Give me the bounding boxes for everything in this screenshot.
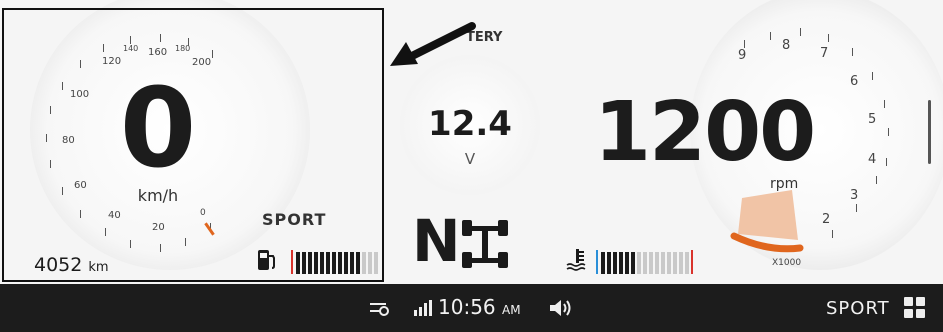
gauge-segment (655, 252, 659, 274)
right-edge-indicator (928, 100, 931, 164)
gauge-segment (308, 252, 312, 274)
gauge-segment (338, 252, 342, 274)
odometer-unit: km (88, 260, 109, 275)
gauge-end-marker (291, 250, 293, 274)
gauge-segment (679, 252, 683, 274)
odometer-value: 4052 (34, 254, 83, 276)
rpm-tick-label: 3 (850, 188, 859, 203)
fuel-low-marker (287, 248, 289, 272)
rpm-tick-mark (884, 100, 885, 108)
volume-icon[interactable] (549, 298, 573, 318)
signal-strength-icon (414, 300, 432, 316)
rpm-tick-label: 4 (868, 152, 877, 167)
rpm-tick-mark (770, 32, 771, 40)
speed-value: 0 (119, 64, 197, 192)
rpm-tick-mark (888, 128, 889, 136)
coolant-temperature-icon (566, 249, 586, 271)
gauge-segment (314, 252, 318, 274)
gauge-segment (661, 252, 665, 274)
rpm-tick-label: 6 (850, 74, 859, 89)
gauge-segment (374, 252, 378, 274)
instrument-cluster: 0 20 40 60 80 100 120 140 160 180 200 0 km/h 4052 … (0, 0, 943, 284)
gauge-end-marker (691, 250, 693, 274)
gauge-segment (326, 252, 330, 274)
gauge-segment (320, 252, 324, 274)
gauge-segment (344, 252, 348, 274)
rpm-tick-label: 8 (782, 38, 791, 53)
status-bar: 10:56 AM SPORT (0, 284, 943, 332)
gauge-segment (613, 252, 617, 274)
fuel-pump-icon (258, 250, 275, 270)
speed-unit: km/h (137, 186, 179, 205)
odometer: 4052 km (34, 254, 109, 276)
rpm-tick-mark (856, 204, 857, 212)
rpm-tick-label: 5 (868, 112, 877, 127)
gauge-segment (302, 252, 306, 274)
gauge-segment (685, 252, 689, 274)
rpm-multiplier: X1000 (772, 258, 802, 268)
app-grid-icon[interactable] (904, 297, 926, 319)
key-icon[interactable] (368, 299, 390, 317)
gauge-segment (607, 252, 611, 274)
gauge-segment (637, 252, 641, 274)
gauge-segment (368, 252, 372, 274)
status-drive-mode[interactable]: SPORT (826, 298, 890, 319)
clock-ampm: AM (502, 303, 521, 317)
fuel-gauge (257, 246, 383, 274)
gauge-segment (350, 252, 354, 274)
rpm-value: 1200 (594, 85, 816, 180)
rpm-tick-label: 7 (820, 46, 829, 61)
gauge-segment (356, 252, 360, 274)
rpm-tick-label: 9 (738, 48, 747, 63)
gauge-segment (649, 252, 653, 274)
gauge-segment (631, 252, 635, 274)
pointer-arrow-icon (390, 22, 476, 66)
battery-value: 12.4 (428, 104, 512, 144)
rpm-tick-mark (886, 158, 887, 166)
rpm-tick-mark (828, 34, 829, 42)
rpm-unit: rpm (770, 176, 799, 192)
gauge-segment (673, 252, 677, 274)
coolant-level-bars (596, 250, 693, 274)
gauge-segment (601, 252, 605, 274)
gauge-segment (643, 252, 647, 274)
battery-unit: V (464, 150, 476, 168)
rpm-tick-mark (744, 40, 745, 48)
gauge-end-marker (596, 250, 598, 274)
gauge-segment (625, 252, 629, 274)
rpm-tick-mark (800, 28, 801, 36)
gauge-segment (332, 252, 336, 274)
drive-mode-label: SPORT (262, 210, 327, 229)
rpm-tick-mark (872, 72, 873, 80)
gauge-segment (667, 252, 671, 274)
clock: 10:56 AM (438, 295, 521, 319)
rpm-tick-mark (832, 230, 833, 238)
gear-indicator: N (412, 207, 461, 275)
rpm-tick-mark (852, 48, 853, 56)
gauge-segment (619, 252, 623, 274)
gauge-segment (362, 252, 366, 274)
clock-time: 10:56 (438, 295, 496, 319)
drivetrain-4wd-icon (462, 220, 508, 268)
rpm-tick-mark (876, 176, 877, 184)
gauge-segment (296, 252, 300, 274)
fuel-level-bars (291, 250, 380, 274)
coolant-gauge (565, 246, 695, 274)
